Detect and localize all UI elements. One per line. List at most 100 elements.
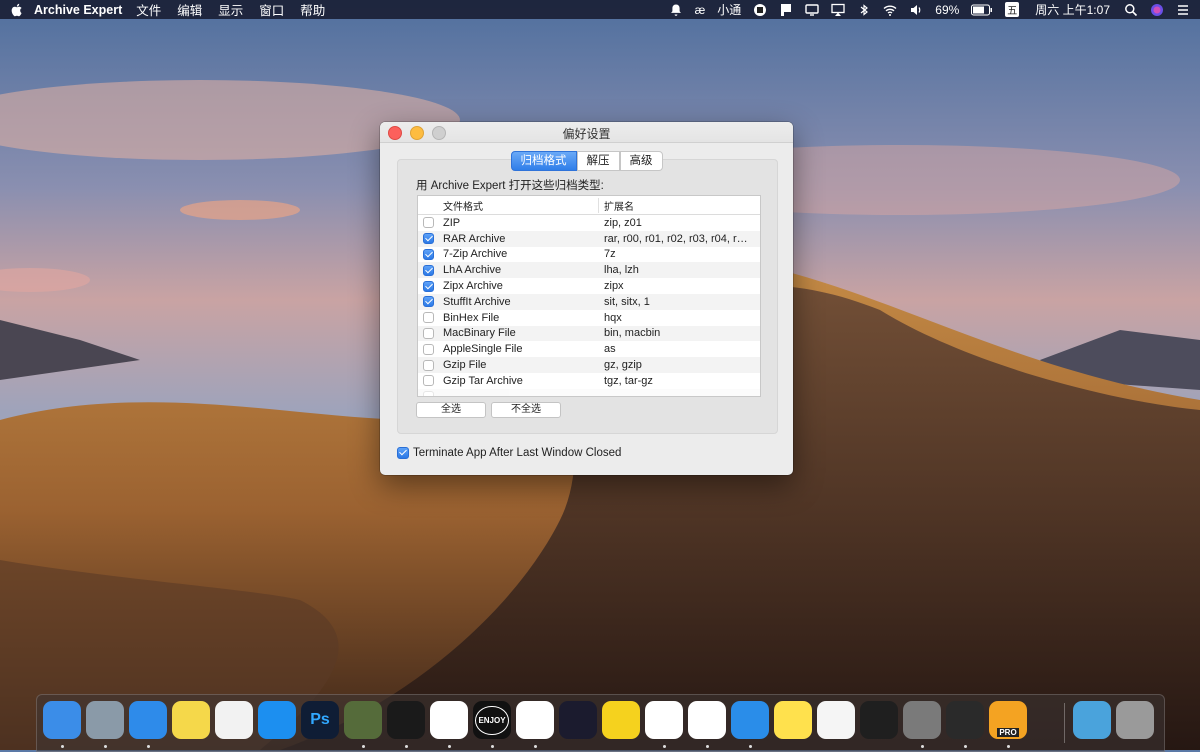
table-row[interactable]: Zipx Archive zipx	[418, 278, 760, 294]
format-checkbox[interactable]	[422, 233, 434, 245]
table-row[interactable]: 7-Zip Archive 7z	[418, 247, 760, 263]
row-checkbox-cell	[418, 296, 438, 308]
chrome-dock-icon[interactable]	[688, 701, 726, 739]
archive-expert-pro-dock-icon[interactable]: PRO	[989, 701, 1027, 739]
notes-dock-icon[interactable]	[172, 701, 210, 739]
format-table[interactable]: 文件格式 扩展名 ZIP zip, z01 RAR Archive rar, r00,…	[417, 195, 761, 397]
dock-icon-label: PRO	[997, 727, 1019, 737]
disk-utility-dock-icon[interactable]	[344, 701, 382, 739]
table-row[interactable]: ZIP zip, z01	[418, 215, 760, 231]
battery-icon[interactable]	[971, 3, 993, 17]
menu-view[interactable]: 显示	[218, 0, 243, 19]
ae-glyph-icon[interactable]: æ	[695, 3, 706, 17]
keyboard-badge[interactable]: 五	[1005, 2, 1020, 17]
enjoy-dock-icon[interactable]: ENJOY	[473, 701, 511, 739]
table-row[interactable]: AppleSingle File as	[418, 341, 760, 357]
table-row[interactable]: Gzip Tar Archive tgz, tar-gz	[418, 373, 760, 389]
select-none-button[interactable]: 不全选	[491, 402, 561, 418]
terminate-option[interactable]: Terminate App After Last Window Closed	[397, 447, 621, 459]
format-checkbox[interactable]	[422, 391, 434, 396]
table-row[interactable]	[418, 388, 760, 396]
display-icon[interactable]	[805, 3, 819, 17]
row-checkbox-cell	[418, 327, 438, 339]
qq-music-dock-icon[interactable]	[602, 701, 640, 739]
flag-icon[interactable]	[779, 3, 793, 17]
icloud-dock-icon[interactable]	[731, 701, 769, 739]
textedit-dock-icon[interactable]	[817, 701, 855, 739]
table-row[interactable]: StuffIt Archive sit, sitx, 1	[418, 293, 760, 310]
input-method-label[interactable]: 小通	[717, 1, 741, 18]
app-name-menu[interactable]: Archive Expert	[34, 3, 122, 17]
column-header-extension[interactable]: 扩展名	[599, 198, 634, 213]
contacts-circle-icon[interactable]	[753, 3, 767, 17]
format-checkbox[interactable]	[422, 264, 434, 276]
format-checkbox[interactable]	[422, 248, 434, 260]
finder-dock-icon[interactable]	[43, 701, 81, 739]
title-bar[interactable]: 偏好设置	[380, 122, 793, 143]
apple-menu-icon[interactable]	[0, 3, 34, 17]
downloads-folder-dock-icon[interactable]	[1073, 701, 1111, 739]
terminate-checkbox[interactable]	[397, 447, 409, 459]
format-checkbox[interactable]	[422, 327, 434, 339]
format-name: MacBinary File	[443, 327, 516, 340]
terminal-dock-icon[interactable]	[860, 701, 898, 739]
tab-archive-formats[interactable]: 归档格式	[510, 151, 577, 171]
siri-icon[interactable]	[1150, 3, 1164, 17]
spotlight-search-icon[interactable]	[1124, 3, 1138, 17]
airplay-icon[interactable]	[831, 3, 845, 17]
wechat-dock-icon[interactable]	[430, 701, 468, 739]
row-checkbox-cell	[418, 343, 438, 355]
format-extension: hqx	[604, 311, 622, 324]
table-row[interactable]: BinHex File hqx	[418, 310, 760, 326]
qq-dock-icon[interactable]	[387, 701, 425, 739]
menu-list-icon[interactable]	[1176, 3, 1190, 17]
running-indicator	[448, 745, 451, 748]
itunes-dock-icon[interactable]	[215, 701, 253, 739]
format-extension: 7z	[604, 248, 616, 261]
table-row[interactable]: MacBinary File bin, macbin	[418, 325, 760, 342]
dock-icon-label: Ps	[310, 711, 330, 728]
trash-dock-icon[interactable]	[1116, 701, 1154, 739]
infuse-dock-icon[interactable]	[559, 701, 597, 739]
safari-dock-icon[interactable]	[129, 701, 167, 739]
photoshop-dock-icon[interactable]: Ps	[301, 701, 339, 739]
battery-percent[interactable]: 69%	[935, 3, 959, 17]
menu-window[interactable]: 窗口	[259, 0, 284, 19]
clock[interactable]: 周六 上午1:07	[1035, 1, 1110, 18]
netease-music-dock-icon[interactable]	[516, 701, 554, 739]
format-extension: rar, r00, r01, r02, r03, r04, r…	[604, 232, 748, 245]
tab-advanced[interactable]: 高级	[619, 151, 663, 171]
activity-dock-icon[interactable]	[946, 701, 984, 739]
running-indicator	[362, 745, 365, 748]
launchpad-dock-icon[interactable]	[86, 701, 124, 739]
column-header-format[interactable]: 文件格式	[438, 197, 599, 213]
format-extension: lha, lzh	[604, 264, 639, 277]
archiver-dock-icon[interactable]	[774, 701, 812, 739]
table-row[interactable]: Gzip File gz, gzip	[418, 357, 760, 373]
table-row[interactable]: LhA Archive lha, lzh	[418, 262, 760, 279]
format-checkbox[interactable]	[422, 312, 434, 324]
format-checkbox[interactable]	[422, 375, 434, 387]
menu-help[interactable]: 帮助	[300, 0, 325, 19]
wifi-icon[interactable]	[883, 3, 897, 17]
row-checkbox-cell	[418, 375, 438, 387]
format-checkbox[interactable]	[422, 343, 434, 355]
format-checkbox[interactable]	[422, 296, 434, 308]
format-checkbox[interactable]	[422, 359, 434, 371]
select-all-button[interactable]: 全选	[416, 402, 486, 418]
format-checkbox[interactable]	[422, 280, 434, 292]
menu-edit[interactable]: 编辑	[177, 0, 202, 19]
tab-extract[interactable]: 解压	[576, 151, 620, 171]
tab-bar: 归档格式 解压 高级	[380, 151, 793, 171]
running-indicator	[964, 745, 967, 748]
row-checkbox-cell	[418, 280, 438, 292]
notification-bell-icon[interactable]	[669, 3, 683, 17]
format-checkbox[interactable]	[422, 217, 434, 229]
menu-file[interactable]: 文件	[136, 0, 161, 19]
scanner-dock-icon[interactable]	[903, 701, 941, 739]
app-store-dock-icon[interactable]	[258, 701, 296, 739]
direct-mail-dock-icon[interactable]	[645, 701, 683, 739]
volume-icon[interactable]	[909, 3, 923, 17]
bluetooth-icon[interactable]	[857, 3, 871, 17]
table-row[interactable]: RAR Archive rar, r00, r01, r02, r03, r04,…	[418, 230, 760, 247]
